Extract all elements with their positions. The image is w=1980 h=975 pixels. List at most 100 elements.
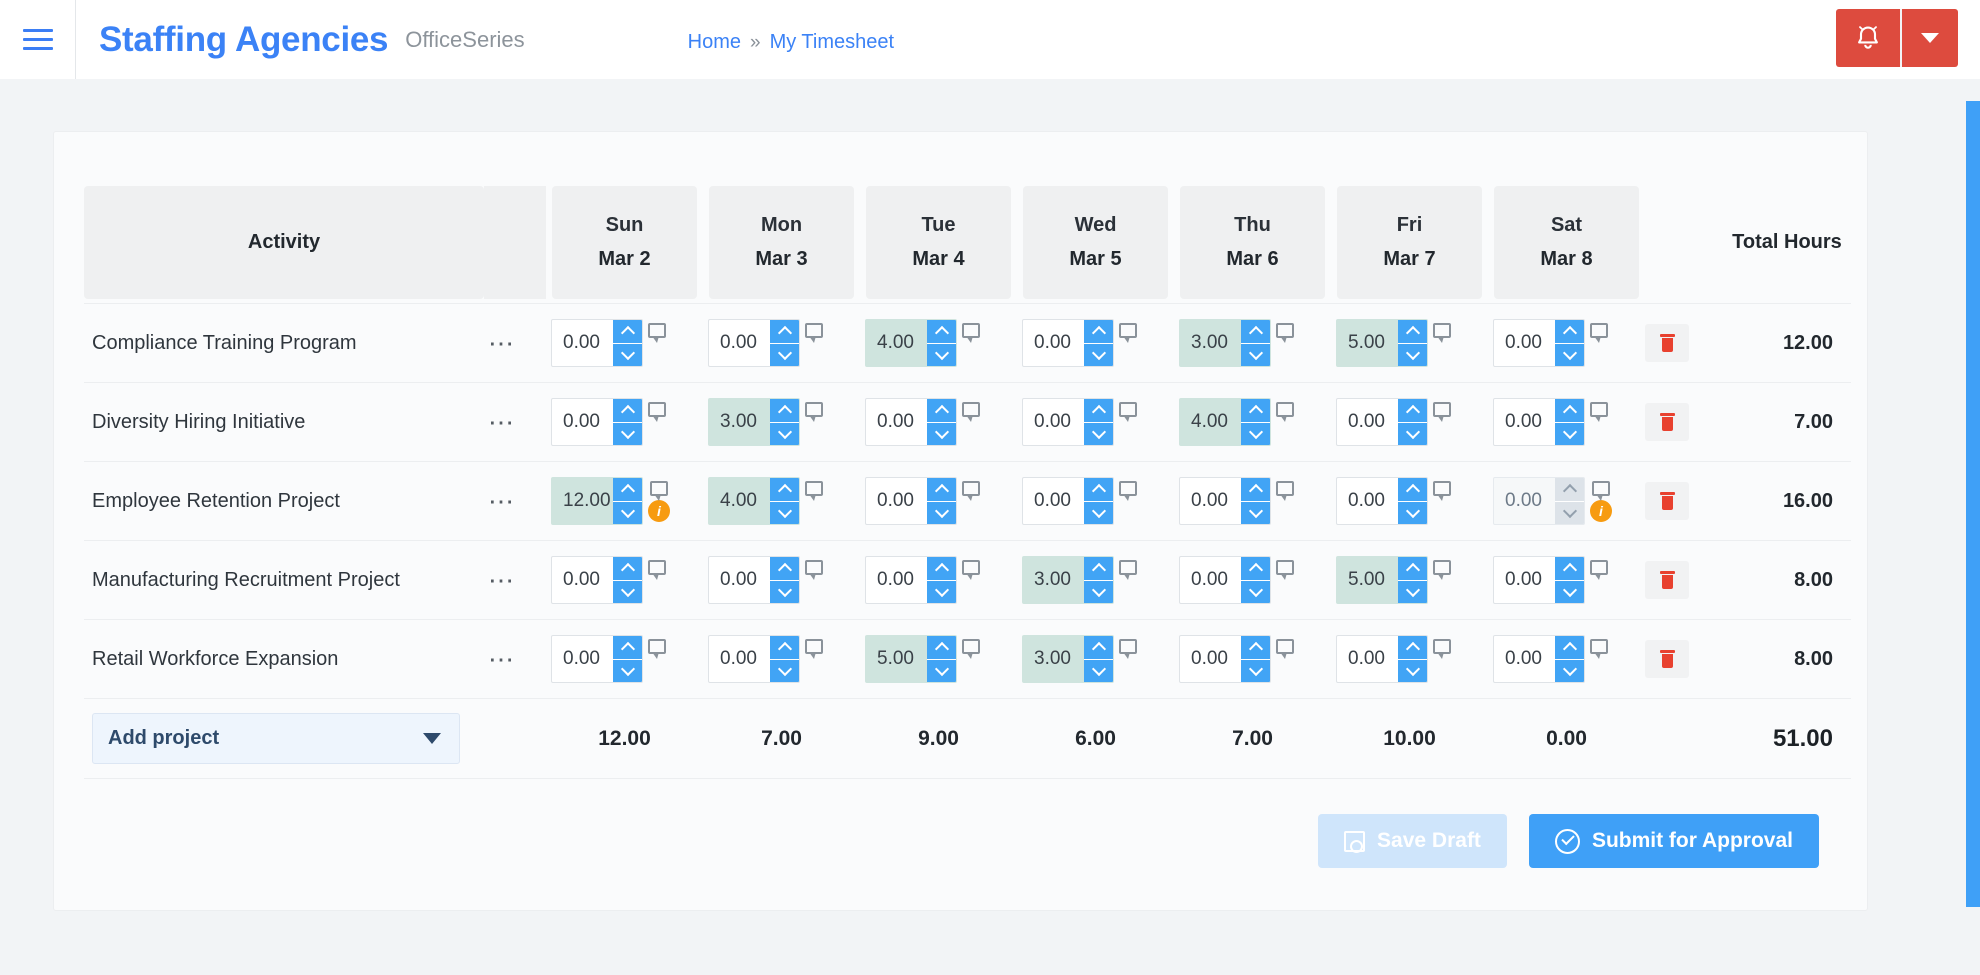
hours-decrement-button[interactable] (1084, 579, 1113, 603)
hours-increment-button[interactable] (927, 557, 956, 580)
hours-input[interactable]: 5.00 (1337, 320, 1398, 366)
comment-icon[interactable] (1276, 323, 1294, 343)
hours-input[interactable]: 3.00 (709, 399, 770, 445)
comment-icon[interactable] (962, 323, 980, 343)
comment-icon[interactable] (1433, 481, 1451, 501)
row-options-menu-button[interactable]: ⋯ (484, 646, 546, 672)
submit-for-approval-button[interactable]: Submit for Approval (1528, 814, 1819, 868)
hours-increment-button[interactable] (927, 320, 956, 343)
hours-input[interactable]: 5.00 (866, 636, 927, 682)
hours-decrement-button[interactable] (1398, 579, 1427, 603)
hours-input-group[interactable]: 12.00 (551, 477, 643, 525)
hours-increment-button[interactable] (927, 478, 956, 501)
hours-increment-button[interactable] (1555, 320, 1584, 343)
hours-decrement-button[interactable] (613, 579, 642, 603)
hours-increment-button[interactable] (1241, 320, 1270, 343)
comment-icon[interactable] (1119, 639, 1137, 659)
hours-input-group[interactable]: 4.00 (1179, 398, 1271, 446)
hours-decrement-button[interactable] (770, 658, 799, 682)
comment-icon[interactable] (1119, 402, 1137, 422)
hours-increment-button[interactable] (1241, 478, 1270, 501)
hours-input[interactable]: 3.00 (1023, 557, 1084, 603)
hours-input[interactable]: 0.00 (1180, 557, 1241, 603)
hours-increment-button[interactable] (1084, 320, 1113, 343)
comment-icon[interactable] (1590, 639, 1608, 659)
hours-decrement-button[interactable] (1241, 421, 1270, 445)
hours-input-group[interactable]: 0.00 (1336, 635, 1428, 683)
hours-decrement-button[interactable] (1241, 342, 1270, 366)
hours-increment-button[interactable] (770, 320, 799, 343)
comment-icon[interactable] (648, 323, 666, 343)
hours-increment-button[interactable] (1398, 636, 1427, 659)
info-warning-icon[interactable]: i (648, 500, 670, 522)
hours-decrement-button[interactable] (1241, 579, 1270, 603)
comment-icon[interactable] (805, 639, 823, 659)
hours-input[interactable]: 0.00 (1494, 636, 1555, 682)
hours-input[interactable]: 0.00 (866, 399, 927, 445)
hours-decrement-button[interactable] (770, 342, 799, 366)
hours-increment-button[interactable] (770, 399, 799, 422)
hours-input[interactable]: 0.00 (709, 557, 770, 603)
delete-row-button[interactable] (1645, 482, 1689, 520)
hours-decrement-button[interactable] (1241, 658, 1270, 682)
comment-icon[interactable] (805, 481, 823, 501)
hours-input-group[interactable]: 0.00 (1493, 319, 1585, 367)
hours-input-group[interactable]: 0.00 (1179, 556, 1271, 604)
hours-decrement-button[interactable] (927, 579, 956, 603)
hours-increment-button[interactable] (1555, 478, 1584, 501)
hours-increment-button[interactable] (1398, 557, 1427, 580)
comment-icon[interactable] (1119, 560, 1137, 580)
menu-toggle-button[interactable] (0, 0, 76, 79)
row-options-menu-button[interactable]: ⋯ (484, 409, 546, 435)
comment-icon[interactable] (805, 402, 823, 422)
notifications-button[interactable] (1836, 9, 1902, 67)
comment-icon[interactable] (1433, 323, 1451, 343)
hours-input[interactable]: 0.00 (552, 399, 613, 445)
hours-input-group[interactable]: 4.00 (865, 319, 957, 367)
hours-input-group[interactable]: 0.00 (1022, 477, 1114, 525)
comment-icon[interactable] (962, 402, 980, 422)
hours-input-group[interactable]: 0.00 (865, 556, 957, 604)
hours-decrement-button[interactable] (613, 658, 642, 682)
notifications-dropdown-button[interactable] (1902, 9, 1958, 67)
hours-decrement-button[interactable] (770, 579, 799, 603)
row-options-menu-button[interactable]: ⋯ (484, 488, 546, 514)
hours-increment-button[interactable] (613, 320, 642, 343)
hours-decrement-button[interactable] (613, 500, 642, 524)
hours-input[interactable]: 0.00 (866, 478, 927, 524)
comment-icon[interactable] (1433, 402, 1451, 422)
comment-icon[interactable] (805, 560, 823, 580)
hours-input[interactable]: 5.00 (1337, 557, 1398, 603)
hours-increment-button[interactable] (1084, 478, 1113, 501)
breadcrumb-current-link[interactable]: My Timesheet (770, 31, 894, 54)
hours-increment-button[interactable] (613, 478, 642, 501)
hours-decrement-button[interactable] (770, 500, 799, 524)
comment-icon[interactable] (1590, 402, 1608, 422)
hours-decrement-button[interactable] (1084, 500, 1113, 524)
hours-input[interactable]: 3.00 (1180, 320, 1241, 366)
hours-input-group[interactable]: 0.00 (1022, 398, 1114, 446)
hours-input-group[interactable]: 3.00 (1022, 635, 1114, 683)
scrollbar-thumb[interactable] (1966, 101, 1980, 907)
hours-decrement-button[interactable] (927, 421, 956, 445)
hours-input[interactable]: 4.00 (709, 478, 770, 524)
hours-input-group[interactable]: 0.00 (708, 319, 800, 367)
hours-input-group[interactable]: 0.00 (865, 477, 957, 525)
comment-icon[interactable] (1276, 402, 1294, 422)
hours-input[interactable]: 0.00 (709, 320, 770, 366)
hours-input-group[interactable]: 0.00 (865, 398, 957, 446)
row-options-menu-button[interactable]: ⋯ (484, 567, 546, 593)
hours-input[interactable]: 0.00 (1494, 478, 1555, 524)
hours-decrement-button[interactable] (1555, 658, 1584, 682)
breadcrumb-home-link[interactable]: Home (688, 31, 741, 54)
hours-input[interactable]: 0.00 (552, 636, 613, 682)
hours-decrement-button[interactable] (1398, 421, 1427, 445)
hours-decrement-button[interactable] (1084, 421, 1113, 445)
page-scrollbar[interactable] (1966, 79, 1980, 975)
comment-icon[interactable] (1592, 481, 1610, 501)
hours-decrement-button[interactable] (1398, 658, 1427, 682)
hours-input-group[interactable]: 3.00 (1179, 319, 1271, 367)
comment-icon[interactable] (648, 402, 666, 422)
delete-row-button[interactable] (1645, 561, 1689, 599)
hours-decrement-button[interactable] (1084, 658, 1113, 682)
